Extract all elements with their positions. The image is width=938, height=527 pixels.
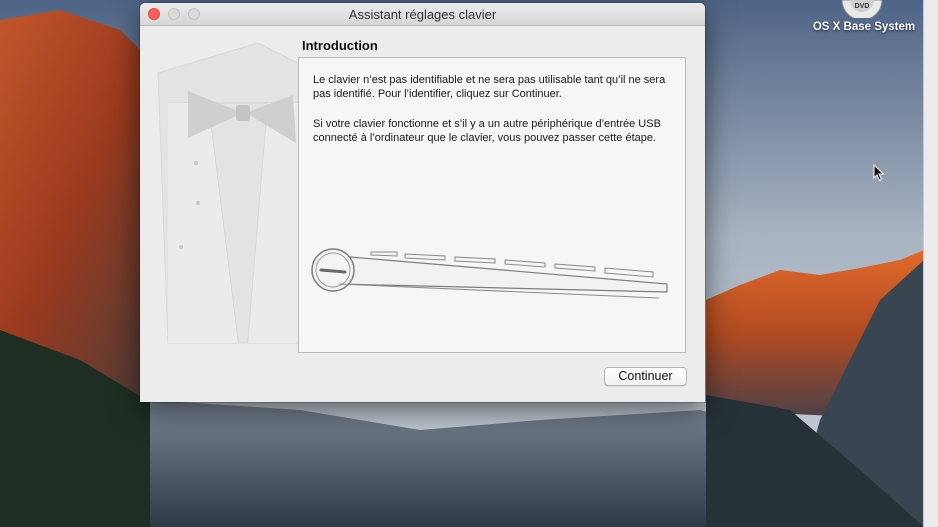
- keyboard-illustration-icon: [311, 248, 668, 299]
- content-panel: Le clavier n’est pas identifiable et ne …: [298, 57, 686, 353]
- intro-paragraph-1: Le clavier n’est pas identifiable et ne …: [313, 74, 666, 100]
- window-title: Assistant réglages clavier: [348, 7, 497, 22]
- svg-text:DVD: DVD: [855, 3, 870, 10]
- intro-paragraph-2: Si votre clavier fonctionne et s’il y a …: [313, 118, 661, 144]
- disk-label[interactable]: OS X Base System: [802, 21, 926, 33]
- screen-edge: [923, 0, 938, 527]
- section-title: Introduction: [302, 38, 378, 53]
- continue-button[interactable]: Continuer: [604, 367, 687, 386]
- dvd-disk-icon[interactable]: DVD: [838, 0, 886, 18]
- keyboard-setup-window[interactable]: Assistant réglages clavier Introduction …: [140, 3, 705, 402]
- mouse-cursor-icon: [873, 164, 885, 182]
- window-titlebar[interactable]: Assistant réglages clavier: [140, 3, 705, 26]
